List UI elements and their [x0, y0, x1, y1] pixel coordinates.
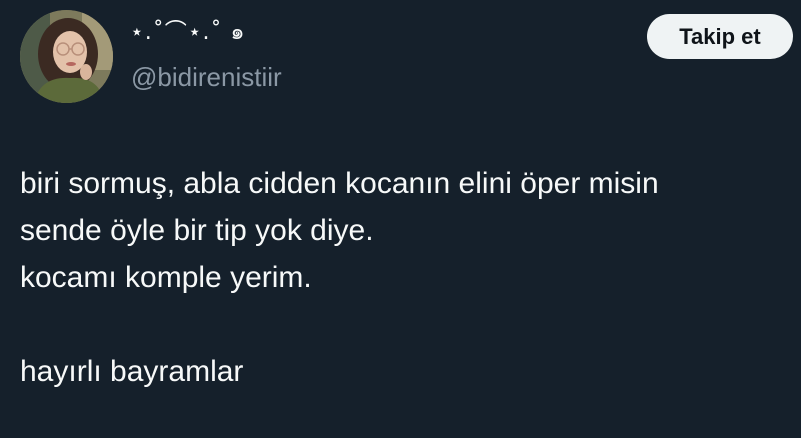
tweet-card: ⋆.˚⌒⋆.˚ ๑ @bidirenistiir Takip et biri s… [0, 0, 801, 438]
follow-button[interactable]: Takip et [647, 14, 793, 59]
tweet-text-line: kocamı komple yerim. [20, 261, 312, 294]
display-name[interactable]: ⋆.˚⌒⋆.˚ ๑ [130, 18, 246, 48]
tweet-text-line: sende öyle bir tip yok diye. [20, 214, 374, 247]
avatar[interactable] [20, 10, 113, 103]
tweet-text-line: hayırlı bayramlar [20, 355, 244, 388]
user-handle[interactable]: @bidirenistiir [131, 61, 282, 93]
tweet-text: biri sormuş, abla cidden kocanın elini ö… [20, 160, 659, 395]
tweet-text-line: biri sormuş, abla cidden kocanın elini ö… [20, 167, 659, 200]
avatar-photo [20, 10, 113, 103]
